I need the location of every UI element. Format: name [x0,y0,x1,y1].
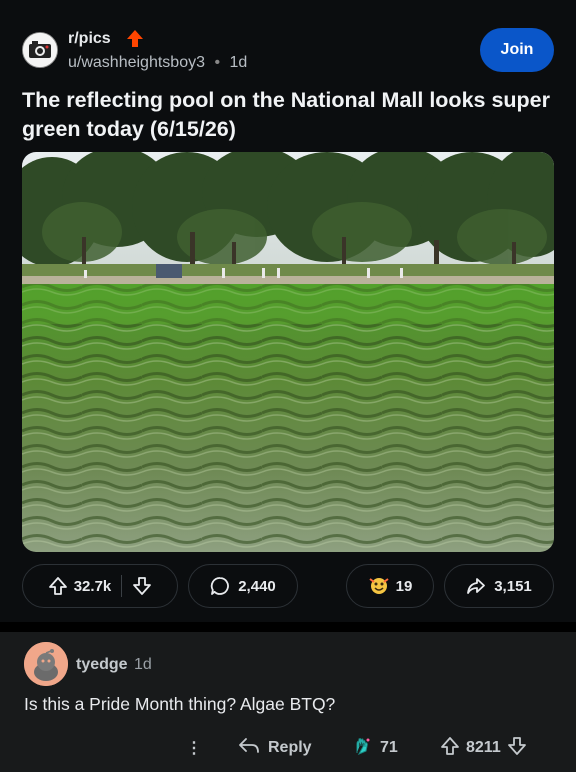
author-link[interactable]: u/washheightsboy3 [68,54,205,71]
share-button[interactable]: 3,151 [444,564,554,608]
comment-award-button[interactable]: 71 [352,736,398,760]
comment-score: 8211 [466,739,501,756]
upvote-icon[interactable] [48,576,68,596]
comments-button[interactable]: 2,440 [188,564,298,608]
comment-age: 1d [134,656,152,673]
subreddit-name[interactable]: r/pics [68,30,111,48]
share-icon [466,576,486,596]
subreddit-avatar[interactable] [22,32,58,68]
reply-icon [238,737,260,760]
comment-award-count: 71 [380,739,398,756]
post-image[interactable] [22,152,554,552]
post-age: 1d [229,54,248,71]
post-card: r/pics u/washheightsboy3 • 1d Join The r… [0,0,576,622]
meta-separator: • [214,54,221,71]
share-count: 3,151 [494,577,532,595]
award-button[interactable]: 19 [346,564,434,608]
upvote-count: 32.7k [73,577,112,595]
comment-meta: tyedge 1d [76,656,152,674]
reply-label: Reply [268,739,312,756]
comment-icon [210,576,230,596]
award-icon [368,575,390,597]
comment-downvote-icon[interactable] [507,736,527,761]
downvote-icon[interactable] [132,576,152,596]
more-icon[interactable]: ⋮ [186,736,202,760]
comment-upvote-icon[interactable] [440,736,460,761]
vote-control: 32.7k [22,564,178,608]
top-post-badge-icon [124,28,146,50]
hands-award-icon [352,735,374,762]
join-button[interactable]: Join [480,28,554,72]
comment-username[interactable]: tyedge [76,656,128,673]
commenter-avatar[interactable] [24,642,68,686]
post-meta: u/washheightsboy3 • 1d [68,54,247,72]
comment-text: Is this a Pride Month thing? Algae BTQ? [24,694,336,714]
post-title[interactable]: The reflecting pool on the National Mall… [22,86,552,144]
vote-divider [121,575,123,597]
reply-button[interactable]: Reply [238,736,312,760]
comment-count: 2,440 [238,577,276,595]
award-count: 19 [395,577,413,595]
comment-vote-control: 8211 [440,736,527,760]
